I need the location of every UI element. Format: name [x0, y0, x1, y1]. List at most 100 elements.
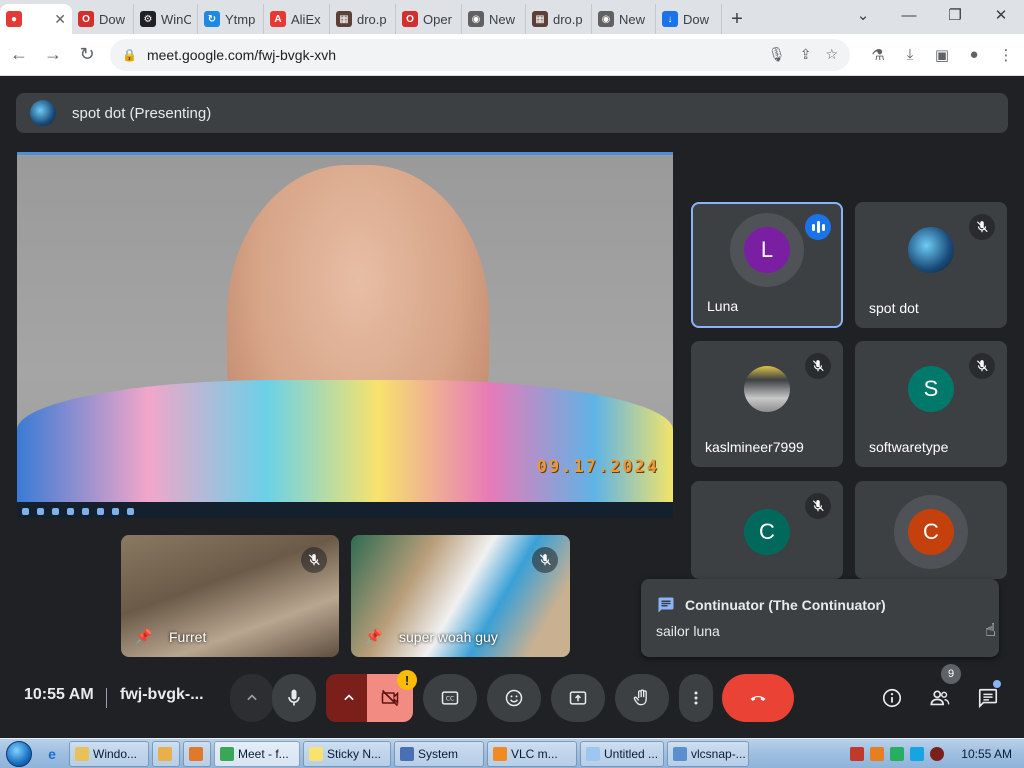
- tab-title: New: [489, 11, 516, 27]
- tray-app-icon[interactable]: [850, 747, 865, 761]
- start-button[interactable]: [0, 739, 38, 768]
- participant-tile[interactable]: C: [855, 481, 1007, 579]
- captions-button[interactable]: CC: [423, 674, 477, 722]
- taskbar-item[interactable]: [183, 740, 211, 767]
- microphone-icon: [288, 689, 300, 706]
- address-bar[interactable]: 🔒 meet.google.com/fwj-bvgk-xvh 🎙 ⇪ ☆: [110, 38, 850, 71]
- hand-icon: [633, 689, 647, 706]
- new-tab-button[interactable]: +: [722, 4, 752, 34]
- hand-cursor-icon: ☝: [985, 620, 996, 640]
- participant-tile[interactable]: Ssoftwaretype: [855, 341, 1007, 467]
- side-panel-icon[interactable]: ▣: [926, 40, 958, 70]
- browser-tab[interactable]: ⚙ WinC: [134, 4, 198, 34]
- tray-app-icon[interactable]: [930, 747, 945, 761]
- taskbar-item[interactable]: Untitled ...: [580, 740, 664, 767]
- browser-tab[interactable]: O Oper: [396, 4, 462, 34]
- meeting-code[interactable]: fwj-bvgk-...: [120, 686, 204, 704]
- back-icon[interactable]: ←: [4, 40, 34, 70]
- forward-icon[interactable]: →: [38, 40, 68, 70]
- tray-app-icon[interactable]: [910, 747, 925, 761]
- participant-name: super woah guy: [399, 629, 498, 645]
- people-button[interactable]: [925, 683, 955, 713]
- browser-tab[interactable]: A AliEx: [264, 4, 330, 34]
- pin-icon[interactable]: 📌: [365, 628, 382, 645]
- taskbar-item[interactable]: [152, 740, 180, 767]
- system-tray: 10:55 AM: [847, 739, 1024, 768]
- avatar: C: [744, 509, 790, 555]
- emoji-button[interactable]: [487, 674, 541, 722]
- leave-call-button[interactable]: [722, 674, 794, 722]
- avatar: [908, 227, 954, 273]
- app-icon: [586, 746, 600, 761]
- taskbar-item[interactable]: Windo...: [69, 740, 149, 767]
- close-tab-icon[interactable]: ✕: [54, 11, 66, 28]
- browser-tab[interactable]: ● ✕: [0, 4, 72, 34]
- participant-tile[interactable]: C: [691, 481, 843, 579]
- participant-name: softwaretype: [869, 439, 949, 455]
- chat-notification[interactable]: Continuator (The Continuator) sailor lun…: [641, 579, 999, 657]
- windows-logo-icon: [6, 740, 32, 767]
- downloads-icon[interactable]: ⤓: [894, 40, 926, 70]
- tab-title: New: [619, 11, 646, 27]
- participant-name: Furret: [169, 629, 207, 645]
- participant-tile[interactable]: kaslmineer7999: [691, 341, 843, 467]
- tab-search-icon[interactable]: ⌄: [840, 0, 886, 30]
- share-icon[interactable]: ⇪: [800, 46, 812, 63]
- speaking-indicator-icon: [805, 214, 831, 240]
- chat-message: sailor luna: [656, 623, 720, 639]
- profile-avatar-icon[interactable]: ●: [958, 40, 990, 70]
- minimize-button[interactable]: —: [886, 0, 932, 30]
- presenting-bar: spot dot (Presenting): [16, 93, 1008, 133]
- taskbar-item[interactable]: VLC m...: [487, 740, 577, 767]
- bookmark-star-icon[interactable]: ☆: [825, 46, 838, 63]
- tray-app-icon[interactable]: [890, 747, 905, 761]
- taskbar-item[interactable]: vlcsnap-...: [667, 740, 749, 767]
- browser-tab[interactable]: ▦ dro.p: [526, 4, 592, 34]
- video-date-stamp: 09.17.2024: [536, 457, 659, 477]
- participant-name: spot dot: [869, 300, 919, 316]
- participant-tile[interactable]: spot dot: [855, 202, 1007, 328]
- mic-off-icon: [969, 214, 995, 240]
- url-text[interactable]: meet.google.com/fwj-bvgk-xvh: [147, 47, 754, 63]
- browser-tab[interactable]: ↻ Ytmp: [198, 4, 264, 34]
- taskbar-item[interactable]: Meet - f...: [214, 740, 300, 767]
- tab-title: dro.p: [553, 11, 583, 27]
- internet-explorer-icon[interactable]: e: [38, 741, 66, 767]
- tab-title: Ytmp: [225, 11, 256, 27]
- browser-tab[interactable]: ↓ Dow: [656, 4, 722, 34]
- menu-dots-icon[interactable]: ⋮: [990, 40, 1022, 70]
- close-window-button[interactable]: ✕: [978, 0, 1024, 30]
- people-count-badge: 9: [941, 664, 961, 684]
- extensions-icon[interactable]: ⚗: [862, 40, 894, 70]
- browser-tab[interactable]: ▦ dro.p: [330, 4, 396, 34]
- video-tile-super-woah-guy[interactable]: 📌 super woah guy: [351, 535, 570, 657]
- browser-tab[interactable]: ◉ New: [462, 4, 526, 34]
- taskbar-item[interactable]: System: [394, 740, 484, 767]
- tray-app-icon[interactable]: [870, 747, 885, 761]
- video-options-button[interactable]: [326, 674, 372, 722]
- maximize-button[interactable]: ❐: [932, 0, 978, 30]
- mic-off-icon: [969, 353, 995, 379]
- avatar: S: [908, 366, 954, 412]
- reload-icon[interactable]: ↻: [72, 40, 102, 70]
- taskbar-clock[interactable]: 10:55 AM: [961, 747, 1012, 761]
- taskbar-item[interactable]: Sticky N...: [303, 740, 391, 767]
- raise-hand-button[interactable]: [615, 674, 669, 722]
- microphone-icon[interactable]: 🎙: [768, 46, 786, 63]
- tab-title: Dow: [99, 11, 126, 27]
- more-options-button[interactable]: [679, 674, 713, 722]
- present-screen-button[interactable]: [551, 674, 605, 722]
- chat-icon: [658, 597, 674, 613]
- microphone-button[interactable]: [272, 674, 316, 722]
- tab-title: Dow: [683, 11, 710, 27]
- pin-icon[interactable]: 📌: [135, 628, 152, 645]
- avatar: C: [908, 509, 954, 555]
- meeting-info-button[interactable]: [877, 683, 907, 713]
- participant-tile[interactable]: L Luna: [691, 202, 843, 328]
- browser-tab[interactable]: O Dow: [72, 4, 134, 34]
- taskbar-item-label: Untitled ...: [604, 746, 659, 761]
- chevron-up-icon: [344, 694, 354, 701]
- audio-options-button[interactable]: [230, 674, 274, 722]
- browser-tab[interactable]: ◉ New: [592, 4, 656, 34]
- video-tile-furret[interactable]: 📌 Furret: [121, 535, 339, 657]
